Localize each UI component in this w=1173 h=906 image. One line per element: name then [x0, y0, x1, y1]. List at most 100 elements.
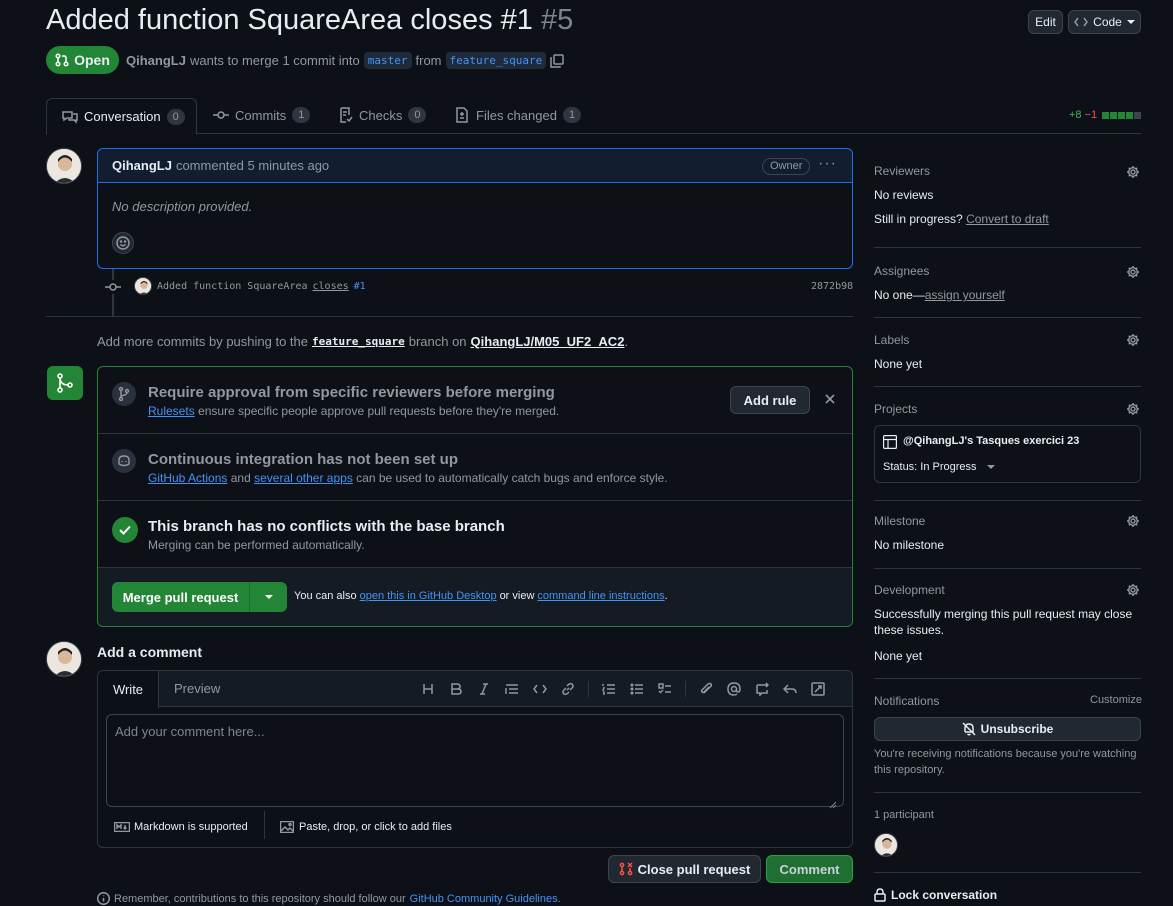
cli-instructions-link[interactable]: command line instructions: [537, 590, 664, 602]
head-branch[interactable]: feature_square: [445, 52, 547, 69]
commit-sha[interactable]: 2872b98: [811, 281, 853, 292]
code-icon[interactable]: [532, 681, 548, 697]
assignees-row: No one—assign yourself: [874, 288, 1005, 302]
link-icon[interactable]: [560, 681, 576, 697]
italic-icon[interactable]: [476, 681, 492, 697]
close-pull-request-button[interactable]: Close pull request: [608, 855, 761, 883]
desktop-link[interactable]: open this in GitHub Desktop: [360, 590, 497, 602]
also-text: You can also: [294, 590, 357, 602]
tab-commits[interactable]: Commits 1: [213, 107, 311, 123]
tab-label: Checks: [359, 107, 403, 123]
attach-files[interactable]: Paste, drop, or click to add files: [280, 821, 452, 833]
repo-link[interactable]: QihangLJ/M05_UF2_AC2: [471, 334, 625, 349]
push-branch[interactable]: feature_square: [312, 335, 405, 348]
assign-yourself-link[interactable]: assign yourself: [925, 288, 1005, 302]
heading-icon[interactable]: [420, 681, 436, 697]
tab-conversation[interactable]: Conversation 0: [46, 98, 197, 135]
check-circle-icon: [112, 517, 138, 543]
author-link[interactable]: QihangLJ: [126, 53, 186, 68]
copy-icon[interactable]: [550, 53, 564, 68]
lock-conversation[interactable]: Lock conversation: [874, 888, 997, 902]
rulesets-link[interactable]: Rulesets: [148, 404, 195, 418]
comment-author[interactable]: QihangLJ: [112, 158, 172, 173]
reviewers-heading[interactable]: Reviewers: [874, 164, 930, 178]
push-hint-middle: branch on: [408, 334, 467, 349]
smiley-icon: [116, 236, 130, 250]
comment-textarea[interactable]: Add your comment here...: [106, 714, 844, 807]
project-status[interactable]: Status: In Progress: [883, 461, 995, 473]
git-commit-icon: [104, 280, 122, 294]
paperclip-icon[interactable]: [698, 681, 714, 697]
gear-icon[interactable]: [1126, 265, 1140, 282]
edit-button[interactable]: Edit: [1028, 10, 1063, 34]
comment-button[interactable]: Comment: [766, 855, 853, 883]
editor-toolbar: [420, 681, 826, 697]
avatar[interactable]: [46, 148, 82, 184]
avatar[interactable]: [46, 641, 82, 677]
development-heading[interactable]: Development: [874, 583, 945, 597]
close-pr-label: Close pull request: [637, 861, 751, 877]
bold-icon[interactable]: [448, 681, 464, 697]
tab-bar: [46, 98, 1141, 134]
divider: [874, 500, 1141, 501]
base-branch[interactable]: master: [363, 52, 412, 69]
resize-handle-icon[interactable]: [827, 796, 837, 812]
divider: [874, 872, 1141, 873]
projects-heading[interactable]: Projects: [874, 402, 917, 416]
other-apps-link[interactable]: several other apps: [254, 471, 353, 485]
project-card[interactable]: @QihangLJ's Tasques exercici 23 Status: …: [874, 425, 1141, 483]
divider: [874, 568, 1141, 569]
unordered-list-icon[interactable]: [629, 681, 645, 697]
customize-link[interactable]: Customize: [1090, 694, 1142, 706]
convert-to-draft-link[interactable]: Convert to draft: [966, 212, 1049, 226]
avatar[interactable]: [874, 833, 898, 857]
gear-icon[interactable]: [1126, 583, 1140, 600]
labels-heading[interactable]: Labels: [874, 333, 909, 347]
ci-and: and: [230, 471, 251, 485]
gear-icon[interactable]: [1126, 165, 1140, 182]
triangle-down-icon: [1126, 19, 1135, 25]
github-actions-link[interactable]: GitHub Actions: [148, 471, 227, 485]
quote-icon[interactable]: [504, 681, 520, 697]
guidelines-link[interactable]: GitHub Community Guidelines: [410, 893, 558, 905]
comment-timestamp[interactable]: commented 5 minutes ago: [176, 158, 329, 173]
toolbar-divider: [685, 681, 686, 697]
gear-icon[interactable]: [1126, 402, 1140, 419]
unsubscribe-button[interactable]: Unsubscribe: [874, 717, 1141, 741]
fullscreen-icon[interactable]: [810, 681, 826, 697]
close-icon[interactable]: [824, 392, 836, 408]
kebab-menu-icon[interactable]: ···: [818, 155, 837, 173]
gear-icon[interactable]: [1126, 514, 1140, 531]
tab-write[interactable]: Write: [98, 671, 159, 708]
draft-row: Still in progress? Convert to draft: [874, 212, 1049, 226]
project-name[interactable]: @QihangLJ's Tasques exercici 23: [903, 435, 1079, 447]
project-status-label: Status: In Progress: [883, 461, 977, 473]
merge-options-dropdown[interactable]: [250, 582, 287, 612]
tab-checks[interactable]: Checks 0: [339, 107, 427, 123]
tab-files-changed[interactable]: Files changed 1: [456, 107, 582, 123]
issue-link[interactable]: #1: [354, 281, 366, 292]
mention-icon[interactable]: [726, 681, 742, 697]
edit-label: Edit: [1035, 15, 1056, 29]
comment-body: No description provided.: [112, 199, 253, 214]
merge-pull-request-button[interactable]: Merge pull request: [112, 582, 250, 612]
reply-icon[interactable]: [782, 681, 798, 697]
milestone-heading[interactable]: Milestone: [874, 514, 925, 528]
add-rule-button[interactable]: Add rule: [730, 386, 810, 414]
code-button[interactable]: Code: [1068, 10, 1141, 34]
task-list-icon[interactable]: [657, 681, 673, 697]
add-reaction-button[interactable]: [112, 232, 134, 254]
avatar[interactable]: [134, 277, 152, 295]
markdown-hint[interactable]: Markdown is supported: [114, 821, 248, 833]
still-in-progress: Still in progress?: [874, 212, 963, 226]
tab-preview[interactable]: Preview: [174, 681, 220, 696]
merge-box: Require approval from specific reviewers…: [97, 366, 853, 627]
commit-message-link[interactable]: Added function SquareArea: [157, 281, 308, 292]
divider: [874, 317, 1141, 318]
assignees-heading[interactable]: Assignees: [874, 264, 929, 278]
cross-reference-icon[interactable]: [754, 681, 770, 697]
commit-message: Added function SquareArea closes #1: [157, 281, 366, 292]
unsubscribe-label: Unsubscribe: [980, 722, 1054, 736]
ordered-list-icon[interactable]: [601, 681, 617, 697]
gear-icon[interactable]: [1126, 333, 1140, 350]
